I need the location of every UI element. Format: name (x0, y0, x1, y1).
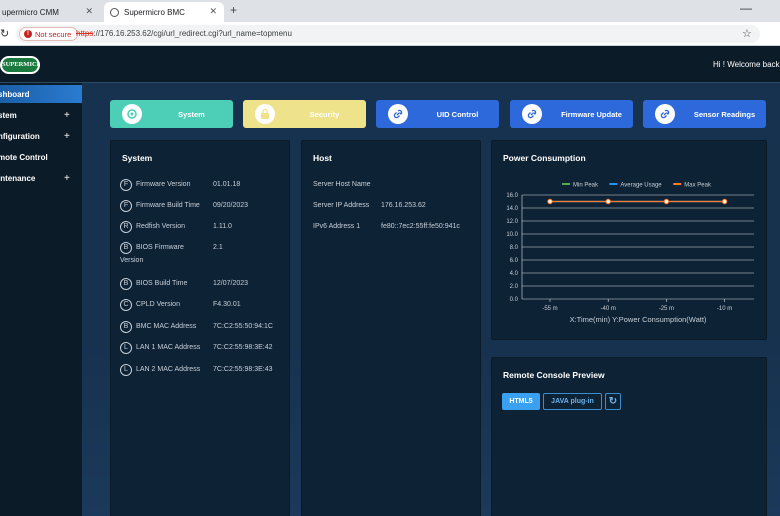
dashboard-main: System Security UID Control Firmware Upd… (82, 83, 780, 516)
sidebar-item-remote-control[interactable]: mote Control (0, 147, 82, 167)
expand-icon: + (64, 130, 70, 142)
y-tick-label: 12.0 (506, 219, 518, 225)
system-button[interactable]: System (110, 100, 233, 128)
security-button[interactable]: Security (243, 100, 366, 128)
security-icon (255, 104, 275, 124)
tab-bar: upermicro CMM ✕ Supermicro BMC ✕ + — (0, 0, 780, 22)
panel-title: Host (313, 153, 332, 163)
firmware-update-button[interactable]: Firmware Update (510, 100, 633, 128)
close-icon[interactable]: ✕ (85, 6, 93, 17)
info-row: Server Host Name (313, 181, 371, 188)
address-bar: ↻ ! Not secure https://176.16.253.62/cgi… (0, 22, 780, 58)
data-point (605, 198, 611, 205)
tab-title: Supermicro BMC (124, 7, 185, 17)
info-row: IPv6 Address 1 fe80::7ec2:55ff:fe50:941c (313, 223, 460, 230)
refresh-icon[interactable]: ↻ (605, 393, 621, 410)
panel-title: Power Consumption (503, 153, 586, 163)
globe-icon (110, 7, 119, 17)
x-tick-label: -55 m (542, 306, 557, 312)
host-panel: Host Server Host Name Server IP Address 1… (301, 140, 481, 516)
link-icon (655, 104, 675, 124)
y-tick-label: 8.0 (510, 245, 519, 251)
tab-cmm[interactable]: upermicro CMM ✕ (0, 2, 100, 22)
legend-label: Min Peak (573, 183, 599, 189)
url-text[interactable]: https://176.16.253.62/cgi/url_redirect.c… (76, 29, 292, 38)
close-icon[interactable]: ✕ (209, 6, 217, 17)
sensor-readings-button[interactable]: Sensor Readings (643, 100, 766, 128)
x-tick-label: -40 m (601, 306, 616, 312)
tab-title: upermicro CMM (2, 7, 59, 17)
star-icon[interactable]: ☆ (742, 27, 752, 40)
y-tick-label: 0.0 (510, 297, 519, 303)
warning-icon: ! (24, 30, 32, 38)
reload-icon[interactable]: ↻ (0, 27, 9, 40)
link-icon (388, 104, 408, 124)
panel-title: Remote Console Preview (503, 370, 605, 380)
power-chart: Min Peak Average Usage Max Peak 0.0 2.0 4.0 6.… (506, 183, 754, 324)
power-consumption-panel: Power Consumption Min Peak Average Usage M… (491, 140, 767, 340)
legend-label: Average Usage (620, 183, 662, 189)
info-row: Server IP Address 176.16.253.62 (313, 202, 426, 209)
welcome-text: Hi ! Welcome back ! (713, 60, 780, 69)
tab-bmc[interactable]: Supermicro BMC ✕ (104, 2, 224, 22)
browser-window: upermicro CMM ✕ Supermicro BMC ✕ + — ↻ !… (0, 0, 780, 516)
java-plugin-button[interactable]: JAVA plug-in (543, 393, 602, 410)
link-icon (522, 104, 542, 124)
system-icon (122, 104, 142, 124)
sidebar: shboard stem + nfiguration + mote Contro… (0, 83, 82, 516)
sidebar-item-system[interactable]: stem + (0, 105, 82, 125)
sidebar-item-configuration[interactable]: nfiguration + (0, 126, 82, 146)
y-tick-label: 10.0 (506, 232, 518, 238)
html5-button[interactable]: HTML5 (502, 393, 540, 410)
sidebar-item-maintenance[interactable]: intenance + (0, 168, 82, 188)
data-point (663, 198, 670, 205)
y-tick-label: 14.0 (506, 206, 518, 212)
expand-icon: + (64, 172, 70, 184)
y-tick-label: 6.0 (510, 258, 519, 264)
uid-control-button[interactable]: UID Control (376, 100, 499, 128)
legend-label: Max Peak (684, 183, 712, 189)
minimize-icon[interactable]: — (740, 1, 752, 15)
not-secure-label: Not secure (35, 29, 72, 39)
remote-console-panel: Remote Console Preview HTML5 JAVA plug-i… (491, 357, 767, 516)
panel-title: System (122, 153, 153, 163)
x-tick-label: -25 m (659, 306, 674, 312)
data-point (547, 198, 553, 205)
omnibox[interactable]: ! Not secure https://176.16.253.62/cgi/u… (16, 25, 760, 43)
y-tick-label: 2.0 (510, 284, 519, 290)
system-panel: System F Firmware Version 01.01.18 F Firmwa… (110, 140, 290, 516)
sidebar-item-dashboard[interactable]: shboard (0, 85, 82, 103)
expand-icon: + (64, 109, 70, 121)
y-tick-label: 16.0 (506, 193, 518, 199)
bmc-header: SUPERMICRO Hi ! Welcome back ! (0, 46, 780, 83)
x-tick-label: -10 m (717, 306, 732, 312)
security-chip[interactable]: ! Not secure (19, 27, 79, 41)
supermicro-logo: SUPERMICRO (0, 56, 40, 74)
x-axis-label: X:Time(min) Y:Power Consumption(Watt) (570, 315, 707, 324)
new-tab-button[interactable]: + (230, 3, 237, 17)
y-tick-label: 4.0 (510, 271, 519, 277)
data-point (721, 198, 728, 205)
